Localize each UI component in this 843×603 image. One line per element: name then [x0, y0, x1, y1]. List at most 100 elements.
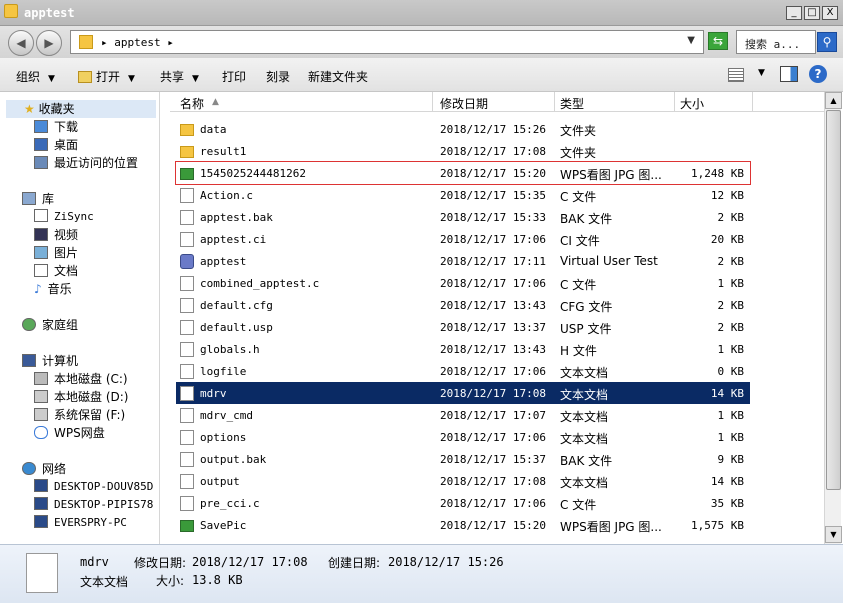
file-name: Action.c [200, 189, 253, 202]
file-row[interactable]: result1 2018/12/17 17:08 文件夹 [176, 140, 750, 162]
nav-pc-2[interactable]: DESKTOP-PIPIS78 [34, 496, 153, 514]
file-size: 1,248 KB [691, 167, 744, 180]
nav-drive-c[interactable]: 本地磁盘 (C:) [34, 370, 128, 388]
star-icon: ★ [24, 102, 35, 116]
file-name: result1 [200, 145, 247, 158]
file-row[interactable]: data 2018/12/17 15:26 文件夹 [176, 118, 750, 140]
scrollbar-thumb[interactable] [826, 110, 841, 490]
column-type[interactable]: 类型 [560, 95, 584, 112]
computer-icon [22, 354, 36, 367]
column-divider[interactable] [554, 92, 555, 112]
file-row[interactable]: default.usp 2018/12/17 13:37 USP 文件 2 KB [176, 316, 750, 338]
nav-pictures[interactable]: 图片 [34, 244, 78, 262]
nav-zisync[interactable]: ZiSync [34, 208, 94, 226]
chevron-down-icon[interactable]: ▼ [758, 68, 765, 78]
column-divider[interactable] [432, 92, 433, 112]
folder-icon [180, 124, 194, 136]
sort-ascending-icon: ▲ [212, 97, 219, 107]
preview-pane-icon[interactable] [780, 66, 798, 82]
file-row[interactable]: options 2018/12/17 17:06 文本文档 1 KB [176, 426, 750, 448]
file-row[interactable]: output 2018/12/17 17:08 文本文档 14 KB [176, 470, 750, 492]
chevron-down-icon[interactable]: ▼ [687, 35, 695, 46]
search-input[interactable]: 搜索 a... [736, 30, 816, 54]
file-size: 1 KB [717, 431, 745, 444]
breadcrumb[interactable]: ▸ apptest ▸ [101, 36, 174, 49]
search-icon[interactable]: ⚲ [817, 32, 837, 52]
column-name[interactable]: 名称 [180, 95, 204, 112]
file-size: 0 KB [717, 365, 745, 378]
nav-drive-f[interactable]: 系统保留 (F:) [34, 406, 125, 424]
vertical-scrollbar[interactable]: ▲ ▼ [824, 92, 842, 544]
file-modified: 2018/12/17 15:20 [440, 167, 546, 180]
view-options-icon[interactable] [728, 68, 744, 82]
nav-libraries[interactable]: 库 [22, 190, 54, 208]
file-row[interactable]: combined_apptest.c 2018/12/17 17:06 C 文件 1 … [176, 272, 750, 294]
file-row[interactable]: pre_cci.c 2018/12/17 17:06 C 文件 35 KB [176, 492, 750, 514]
folder-icon [4, 4, 18, 18]
file-name: options [200, 431, 247, 444]
nav-videos[interactable]: 视频 [34, 226, 78, 244]
nav-recent[interactable]: 最近访问的位置 [34, 154, 138, 172]
nav-pc-3[interactable]: EVERSPRY-PC [34, 514, 127, 532]
document-icon [180, 474, 194, 489]
nav-network[interactable]: 网络 [22, 460, 66, 478]
address-bar[interactable]: ▸ apptest ▸ ▼ [70, 30, 704, 54]
nav-music[interactable]: ♪ 音乐 [34, 280, 72, 298]
file-type: CFG 文件 [560, 300, 613, 314]
nav-documents[interactable]: 文档 [34, 262, 78, 280]
file-row[interactable]: logfile 2018/12/17 17:06 文本文档 0 KB [176, 360, 750, 382]
file-row[interactable]: apptest 2018/12/17 17:11 Virtual User Test… [176, 250, 750, 272]
document-icon [180, 430, 194, 445]
file-row[interactable]: Action.c 2018/12/17 15:35 C 文件 12 KB [176, 184, 750, 206]
document-icon [180, 342, 194, 357]
details-created-label: 创建日期: [328, 556, 381, 570]
column-size[interactable]: 大小 [680, 95, 704, 112]
column-divider[interactable] [752, 92, 753, 112]
file-type: Virtual User Test [560, 254, 658, 268]
nav-favorites[interactable]: ★ 收藏夹 [6, 100, 156, 118]
burn-button[interactable]: 刻录 [266, 68, 290, 85]
minimize-button[interactable]: _ [786, 6, 802, 20]
scroll-down-button[interactable]: ▼ [825, 526, 842, 543]
organize-menu[interactable]: 组织 ▼ [16, 68, 55, 85]
file-row[interactable]: SavePic 2018/12/17 15:20 WPS看图 JPG 图... 1,5… [176, 514, 750, 536]
file-name: pre_cci.c [200, 497, 260, 510]
nav-drive-d[interactable]: 本地磁盘 (D:) [34, 388, 128, 406]
share-menu[interactable]: 共享 ▼ [160, 68, 199, 85]
forward-button[interactable]: ▶ [36, 30, 62, 56]
document-icon [26, 553, 58, 593]
back-button[interactable]: ◀ [8, 30, 34, 56]
document-icon [180, 232, 194, 247]
file-size: 20 KB [710, 233, 744, 246]
file-row[interactable]: apptest.ci 2018/12/17 17:06 CI 文件 20 KB [176, 228, 750, 250]
open-button[interactable]: 打开 ▼ [78, 68, 135, 85]
file-row[interactable]: mdrv 2018/12/17 17:08 文本文档 14 KB [176, 382, 750, 404]
nav-downloads[interactable]: 下载 [34, 118, 78, 136]
nav-desktop[interactable]: 桌面 [34, 136, 78, 154]
file-row[interactable]: default.cfg 2018/12/17 13:43 CFG 文件 2 KB [176, 294, 750, 316]
file-name: mdrv_cmd [200, 409, 253, 422]
scroll-up-button[interactable]: ▲ [825, 92, 842, 109]
file-row[interactable]: mdrv_cmd 2018/12/17 17:07 文本文档 1 KB [176, 404, 750, 426]
file-modified: 2018/12/17 17:08 [440, 145, 546, 158]
column-divider[interactable] [674, 92, 675, 112]
help-icon[interactable]: ? [809, 65, 827, 83]
file-row[interactable]: globals.h 2018/12/17 13:43 H 文件 1 KB [176, 338, 750, 360]
close-button[interactable]: X [822, 6, 838, 20]
nav-pc-1[interactable]: DESKTOP-DOUV85D [34, 478, 153, 496]
new-folder-button[interactable]: 新建文件夹 [308, 68, 368, 85]
nav-computer[interactable]: 计算机 [22, 352, 78, 370]
file-size: 1 KB [717, 277, 745, 290]
file-row[interactable]: apptest.bak 2018/12/17 15:33 BAK 文件 2 KB [176, 206, 750, 228]
print-button[interactable]: 打印 [222, 68, 246, 85]
column-modified[interactable]: 修改日期 [440, 95, 488, 112]
file-name: globals.h [200, 343, 260, 356]
file-row[interactable]: output.bak 2018/12/17 15:37 BAK 文件 9 KB [176, 448, 750, 470]
file-row[interactable]: 1545025244481262 2018/12/17 15:20 WPS看图 JP… [175, 161, 751, 185]
document-icon [180, 298, 194, 313]
maximize-button[interactable]: □ [804, 6, 820, 20]
nav-homegroup[interactable]: 家庭组 [22, 316, 78, 334]
refresh-button[interactable]: ⇆ [708, 32, 728, 50]
folder-icon [78, 71, 92, 83]
nav-wps-cloud[interactable]: WPS网盘 [34, 424, 105, 442]
